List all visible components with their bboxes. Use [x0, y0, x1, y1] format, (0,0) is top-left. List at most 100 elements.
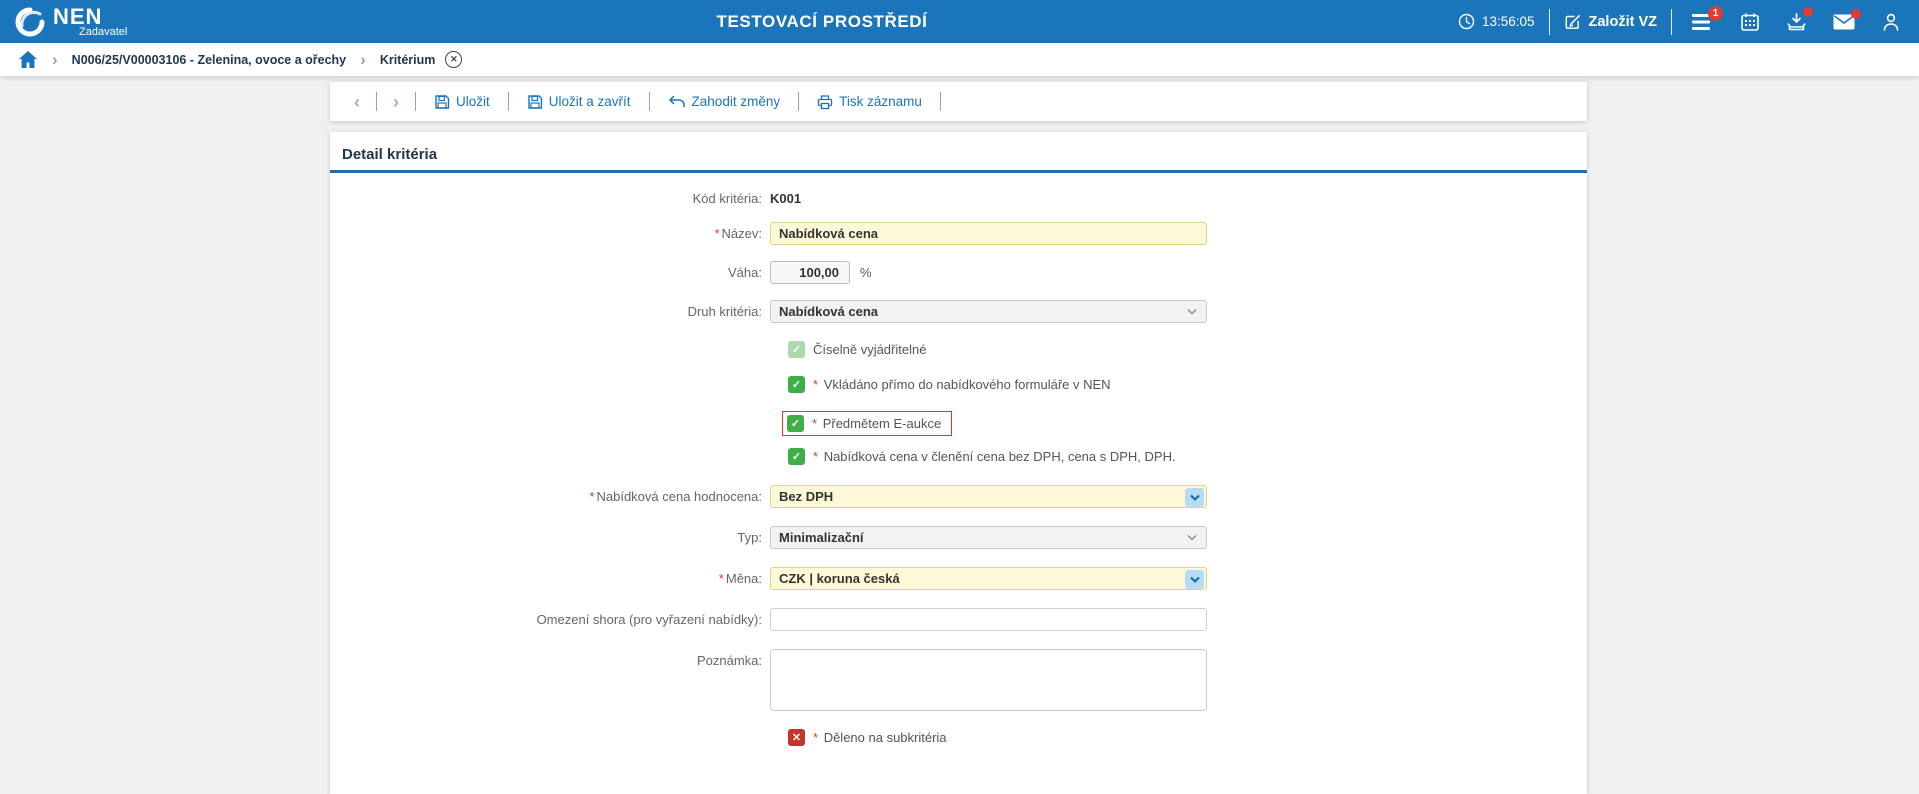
field-row-kind: Druh kritéria: Nabídková cena	[340, 300, 1587, 323]
toolbar-separator	[376, 92, 377, 111]
required-asterisk: *	[812, 416, 817, 431]
field-row-upper-limit: Omezení shora (pro vyřazení nabídky):	[340, 608, 1587, 631]
price-evaluated-select[interactable]: Bez DPH	[770, 485, 1207, 508]
checkbox-vat-breakdown[interactable]: ✓	[788, 448, 805, 465]
undo-icon	[668, 95, 686, 109]
upper-limit-input[interactable]	[770, 608, 1207, 631]
session-time: 13:56:05	[1482, 14, 1535, 29]
price-evaluated-value: Bez DPH	[779, 489, 833, 504]
checkbox-subcriteria-unchecked[interactable]: ✕	[788, 729, 805, 746]
toolbar-separator	[940, 92, 941, 111]
checkbox-row-subcriteria: ✕ * Děleno na subkritéria	[788, 729, 1587, 746]
weight-input-value: 100,00	[799, 265, 839, 280]
field-row-currency: *Měna: CZK | koruna česká	[340, 567, 1587, 590]
checkbox-numeric: ✓	[788, 341, 805, 358]
breadcrumb: › N006/25/V00003106 - Zelenina, ovoce a …	[0, 43, 1919, 76]
chevron-down-button[interactable]	[1185, 570, 1204, 589]
close-tab-icon[interactable]: ✕	[445, 51, 462, 68]
upper-limit-label: Omezení shora (pro vyřazení nabídky):	[340, 612, 770, 627]
field-row-type: Typ: Minimalizační	[340, 526, 1587, 549]
toolbar-separator	[798, 92, 799, 111]
type-select-value: Minimalizační	[779, 530, 864, 545]
breadcrumb-item-procurement[interactable]: N006/25/V00003106 - Zelenina, ovoce a oř…	[72, 53, 346, 67]
home-icon[interactable]	[18, 50, 38, 69]
checkbox-eauction[interactable]: ✓	[787, 415, 804, 432]
checkbox-row-eauction-highlight: ✓ * Předmětem E-aukce	[782, 411, 952, 436]
save-icon	[527, 94, 543, 110]
messages-alert-dot	[1851, 9, 1861, 19]
breadcrumb-separator-icon: ›	[360, 51, 366, 68]
edit-icon	[1564, 13, 1582, 31]
topbar-separator	[1549, 9, 1550, 35]
chevron-down-button[interactable]	[1185, 488, 1204, 507]
code-value: K001	[770, 191, 801, 206]
discard-changes-button[interactable]: Zahodit změny	[656, 94, 793, 109]
record-toolbar: ‹ › Uložit Uložit a zavřít Zahodit změny	[330, 82, 1587, 121]
code-label: Kód kritéria:	[340, 191, 770, 206]
currency-select[interactable]: CZK | koruna česká	[770, 567, 1207, 590]
create-vz-button[interactable]: Založit VZ	[1564, 13, 1657, 31]
logo-subtitle: Zadavatel	[79, 27, 127, 38]
messages-button[interactable]	[1833, 14, 1855, 30]
toolbar-separator	[508, 92, 509, 111]
required-asterisk: *	[719, 571, 724, 586]
checkbox-row-nen-form: ✓ * Vkládáno přímo do nabídkového formul…	[788, 376, 1587, 393]
required-asterisk: *	[714, 226, 719, 241]
required-asterisk: *	[813, 449, 818, 464]
currency-label: Měna:	[726, 571, 762, 586]
menu-badge: 1	[1708, 6, 1723, 21]
breadcrumb-item-current[interactable]: Kritérium	[380, 53, 436, 67]
type-select[interactable]: Minimalizační	[770, 526, 1207, 549]
chevron-down-icon	[1186, 308, 1198, 316]
field-row-code: Kód kritéria: K001	[340, 191, 1587, 206]
weight-input[interactable]: 100,00	[770, 261, 850, 284]
logo-title: NEN	[53, 6, 127, 28]
required-asterisk: *	[813, 377, 818, 392]
print-record-button[interactable]: Tisk záznamu	[805, 94, 934, 110]
required-asterisk: *	[813, 730, 818, 745]
checkbox-vat-breakdown-label: Nabídková cena v členění cena bez DPH, c…	[824, 449, 1176, 464]
nen-logo[interactable]: NEN Zadavatel	[0, 6, 127, 38]
criterion-form: Kód kritéria: K001 *Název: Nabídková cen…	[330, 173, 1587, 746]
kind-label: Druh kritéria:	[340, 304, 770, 319]
checkbox-eauction-label: Předmětem E-aukce	[823, 416, 942, 431]
currency-select-value: CZK | koruna česká	[779, 571, 900, 586]
checkbox-subcriteria-label: Děleno na subkritéria	[824, 730, 947, 745]
checkbox-nen-form[interactable]: ✓	[788, 376, 805, 393]
top-bar: NEN Zadavatel TESTOVACÍ PROSTŘEDÍ 13:56:…	[0, 0, 1919, 43]
discard-changes-label: Zahodit změny	[692, 94, 781, 109]
save-label: Uložit	[456, 94, 490, 109]
toolbar-separator	[415, 92, 416, 111]
prev-record-button[interactable]: ‹	[344, 93, 370, 111]
create-vz-label: Založit VZ	[1589, 14, 1657, 30]
next-record-button[interactable]: ›	[383, 93, 409, 111]
chevron-down-icon	[1189, 494, 1201, 502]
kind-select-value: Nabídková cena	[779, 304, 878, 319]
breadcrumb-separator-icon: ›	[52, 51, 58, 68]
calendar-icon	[1740, 12, 1760, 32]
field-row-weight: Váha: 100,00 %	[340, 261, 1587, 284]
save-and-close-button[interactable]: Uložit a zavřít	[515, 94, 643, 110]
price-evaluated-label: Nabídková cena hodnocena:	[596, 489, 762, 504]
checkbox-row-vat-breakdown: ✓ * Nabídková cena v členění cena bez DP…	[788, 448, 1587, 465]
person-icon	[1881, 12, 1901, 32]
criterion-detail-panel: Detail kritéria Kód kritéria: K001 *Náze…	[330, 132, 1587, 794]
menu-button[interactable]: 1	[1692, 13, 1714, 31]
kind-select[interactable]: Nabídková cena	[770, 300, 1207, 323]
note-label: Poznámka:	[340, 649, 770, 668]
user-profile-button[interactable]	[1881, 12, 1901, 32]
chevron-down-icon	[1186, 534, 1198, 542]
environment-title: TESTOVACÍ PROSTŘEDÍ	[716, 12, 927, 32]
checkbox-numeric-label: Číselně vyjádřitelné	[813, 342, 926, 357]
field-row-price-evaluated: *Nabídková cena hodnocena: Bez DPH	[340, 485, 1587, 508]
note-textarea[interactable]	[770, 649, 1207, 711]
topbar-separator	[1671, 9, 1672, 35]
save-button[interactable]: Uložit	[422, 94, 502, 110]
calendar-button[interactable]	[1740, 12, 1760, 32]
save-icon	[434, 94, 450, 110]
checkbox-nen-form-label: Vkládáno přímo do nabídkového formuláře …	[824, 377, 1111, 392]
nen-logo-icon	[14, 6, 46, 38]
inbox-downloads-button[interactable]	[1786, 12, 1807, 32]
field-row-note: Poznámka:	[340, 649, 1587, 711]
name-input[interactable]: Nabídková cena	[770, 222, 1207, 245]
